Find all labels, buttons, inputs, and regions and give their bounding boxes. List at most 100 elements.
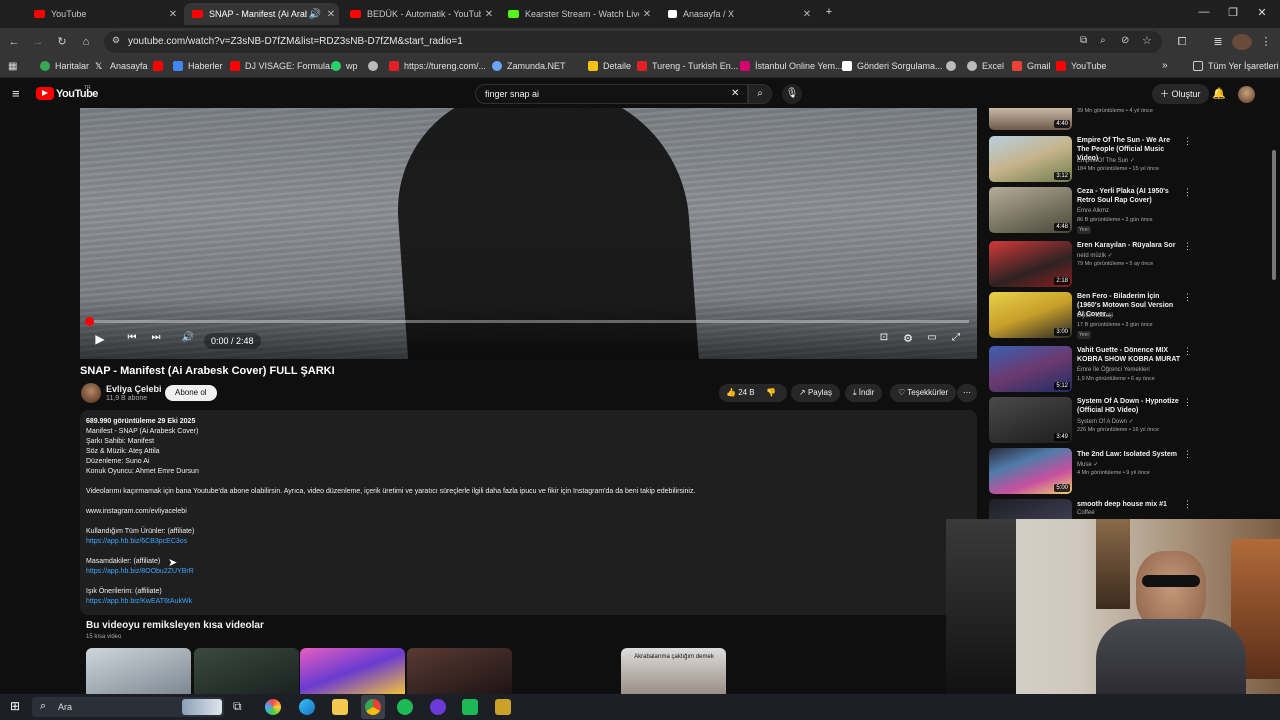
- tab-snap-manifest[interactable]: SNAP - Manifest (Ai Arabe 🔊 ✕: [184, 3, 339, 25]
- dislike-button[interactable]: 👎: [766, 384, 776, 402]
- next-icon[interactable]: ⏭: [146, 332, 166, 343]
- close-window-icon[interactable]: ✕: [1252, 6, 1272, 19]
- more-options-icon[interactable]: ⋮: [1183, 346, 1192, 357]
- minimize-icon[interactable]: —: [1194, 6, 1214, 18]
- youtube-logo-text[interactable]: YouTube: [56, 88, 98, 100]
- subscribe-button[interactable]: Abone ol: [165, 385, 217, 401]
- recommendation-channel[interactable]: Muse ✓: [1077, 461, 1181, 468]
- more-options-icon[interactable]: ⋮: [1183, 187, 1192, 198]
- recommendation-channel[interactable]: Empire Of The Sun ✓: [1077, 157, 1181, 164]
- tab-x-home[interactable]: Anasayfa / X ✕: [660, 3, 815, 25]
- progress-scrubber[interactable]: [85, 317, 94, 326]
- short-thumbnail[interactable]: [86, 648, 191, 694]
- site-info-icon[interactable]: ⚙: [112, 35, 120, 46]
- more-options-icon[interactable]: ⋮: [1183, 241, 1192, 252]
- bookmark-gmail[interactable]: Gmail: [1012, 61, 1051, 71]
- hamburger-menu-icon[interactable]: ≡: [12, 86, 20, 101]
- home-icon[interactable]: ⌂: [78, 34, 94, 50]
- fullscreen-icon[interactable]: ⤢: [946, 332, 966, 343]
- more-actions-button[interactable]: ⋯: [957, 384, 977, 402]
- account-avatar[interactable]: [1238, 86, 1255, 103]
- recommendation-thumbnail[interactable]: 5:12: [989, 346, 1072, 392]
- more-bookmarks-icon[interactable]: »: [1162, 60, 1168, 71]
- more-options-icon[interactable]: ⋮: [1183, 499, 1192, 510]
- recommendation-channel[interactable]: Emre Alkmz: [1077, 208, 1181, 214]
- recommendation-channel[interactable]: Dijital Nostalji: [1077, 313, 1181, 319]
- all-bookmarks[interactable]: Tüm Yer İşaretleri: [1193, 61, 1279, 71]
- tab-beduk[interactable]: BEDÜK - Automatik - YouTube ✕: [342, 3, 497, 25]
- recommendation-channel[interactable]: System Of A Down ✓: [1077, 418, 1181, 425]
- notifications-bell-icon[interactable]: 🔔: [1212, 87, 1226, 100]
- zoom-icon[interactable]: ⌕: [1100, 35, 1106, 46]
- bookmark-haberler[interactable]: Haberler: [173, 61, 223, 71]
- bookmark-istanbul-yemek[interactable]: İstanbul Online Yem...: [740, 61, 843, 71]
- bookmark-globe[interactable]: [368, 61, 383, 71]
- profile-avatar[interactable]: [1232, 34, 1252, 50]
- media-control-icon[interactable]: ≣: [1210, 34, 1226, 50]
- volume-icon[interactable]: 🔊: [178, 332, 198, 343]
- download-button[interactable]: ⤓ İndir: [845, 384, 883, 402]
- bookmark-youtube-short[interactable]: [153, 61, 168, 71]
- recommendation-title[interactable]: Eren Karayılan - Rüyalara Sor: [1077, 241, 1181, 250]
- voice-search-button[interactable]: 🎙: [782, 84, 802, 104]
- tab-youtube[interactable]: YouTube ✕: [26, 3, 181, 25]
- forward-icon[interactable]: →: [30, 34, 46, 50]
- copilot-icon[interactable]: [265, 699, 281, 715]
- recommendation-thumbnail[interactable]: [989, 499, 1072, 519]
- recommendation-title[interactable]: Ceza - Yerli Plaka (AI 1950's Retro Soul…: [1077, 187, 1181, 205]
- windows-start-icon[interactable]: ⊞: [10, 699, 20, 713]
- recommendation-title[interactable]: smooth deep house mix #1: [1077, 500, 1181, 509]
- back-icon[interactable]: ←: [6, 34, 22, 50]
- video-player[interactable]: ▶ ⏮ ⏭ 🔊 0:00 / 2:48 ⊡ ⚙ ▭ ⤢: [80, 108, 977, 359]
- subtitles-icon[interactable]: ⊡: [874, 332, 894, 343]
- bookmark-excel[interactable]: Excel: [967, 61, 1004, 71]
- short-thumbnail[interactable]: Akrabalarıma çaktığım demek: [621, 648, 726, 694]
- close-tab-icon[interactable]: ✕: [323, 9, 339, 20]
- more-options-icon[interactable]: ⋮: [1183, 397, 1192, 408]
- close-tab-icon[interactable]: ✕: [639, 9, 655, 20]
- file-explorer-icon[interactable]: [332, 699, 348, 715]
- more-options-icon[interactable]: ⋮: [1183, 292, 1192, 303]
- app-icon[interactable]: [430, 699, 446, 715]
- install-app-icon[interactable]: ⧉: [1080, 35, 1087, 46]
- recommendation-thumbnail[interactable]: 4:48: [989, 187, 1072, 233]
- audio-icon[interactable]: 🔊: [307, 9, 323, 20]
- bookmark-globe-2[interactable]: [946, 61, 961, 71]
- sidebar-scrollbar[interactable]: [1272, 150, 1276, 280]
- bookmark-tureng[interactable]: Tureng - Turkish En...: [637, 61, 738, 71]
- progress-bar[interactable]: [88, 320, 969, 323]
- recommendation-title[interactable]: The 2nd Law: Isolated System: [1077, 450, 1181, 459]
- affiliate-link[interactable]: https://app.hb.biz/6CB3pcEC3os: [86, 538, 187, 545]
- settings-gear-icon[interactable]: ⚙: [898, 332, 918, 345]
- tracking-icon[interactable]: ⊘: [1121, 35, 1129, 46]
- close-tab-icon[interactable]: ✕: [799, 9, 815, 20]
- bookmark-tureng-url[interactable]: https://tureng.com/...: [389, 61, 486, 71]
- channel-name[interactable]: Evliya Çelebi: [106, 384, 162, 394]
- menu-icon[interactable]: ⋮: [1258, 34, 1274, 50]
- share-button[interactable]: ↗ Paylaş: [791, 384, 840, 402]
- bookmark-haritalar[interactable]: Haritalar: [40, 61, 89, 71]
- bookmark-gonderi[interactable]: Gönderi Sorgulama...: [842, 61, 943, 71]
- recommendation-channel[interactable]: Emre İle Öğrenci Yemekleri: [1077, 367, 1181, 373]
- recommendation-thumbnail[interactable]: 5:00: [989, 448, 1072, 494]
- app-icon[interactable]: [495, 699, 511, 715]
- affiliate-link[interactable]: https://app.hb.biz/KwEAT6tAukWk: [86, 598, 192, 605]
- maximize-icon[interactable]: ❐: [1223, 6, 1243, 19]
- bookmark-dj-visage[interactable]: DJ VISAGE: Formula...: [230, 61, 338, 71]
- reload-icon[interactable]: ↻: [54, 34, 70, 50]
- edge-icon[interactable]: [299, 699, 315, 715]
- more-options-icon[interactable]: ⋮: [1183, 136, 1192, 147]
- create-button[interactable]: ＋ Oluştur: [1152, 84, 1209, 104]
- recommendation-thumbnail[interactable]: 3:49: [989, 397, 1072, 443]
- app-icon[interactable]: [462, 699, 478, 715]
- like-button[interactable]: 👍 24 B: [726, 384, 755, 402]
- clear-search-icon[interactable]: ✕: [731, 88, 739, 99]
- recommendation-thumbnail[interactable]: 4:40: [989, 108, 1072, 130]
- youtube-logo-icon[interactable]: [36, 87, 54, 100]
- bookmark-youtube[interactable]: YouTube: [1056, 61, 1106, 71]
- close-tab-icon[interactable]: ✕: [165, 9, 181, 20]
- previous-icon[interactable]: ⏮: [122, 332, 142, 343]
- more-options-icon[interactable]: ⋮: [1183, 449, 1192, 460]
- thanks-button[interactable]: ♡ Teşekkürler: [890, 384, 957, 402]
- miniplayer-icon[interactable]: ▭: [922, 332, 942, 343]
